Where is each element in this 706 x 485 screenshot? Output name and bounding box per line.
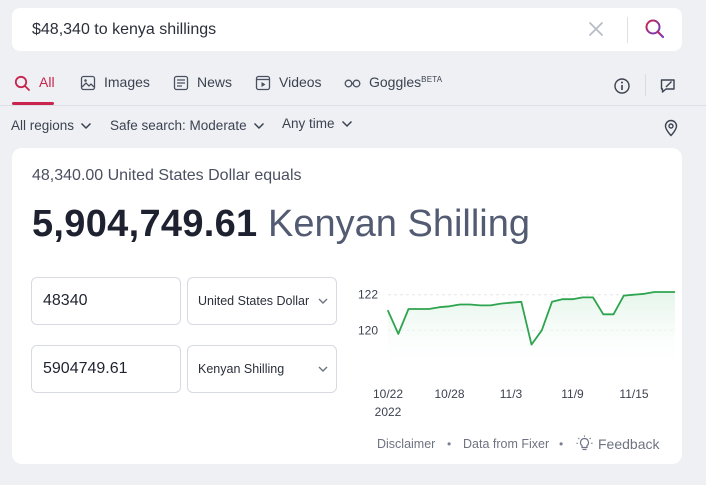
feedback-button[interactable]: Feedback: [576, 435, 659, 452]
x-tick-label: 10/28: [434, 387, 464, 401]
tab-news[interactable]: News: [173, 74, 232, 104]
chevron-down-icon: [341, 120, 352, 127]
time-filter[interactable]: Any time: [282, 116, 353, 131]
searchbar-divider: [627, 17, 628, 43]
x-tick-label: 11/15: [619, 387, 648, 401]
to-currency-select[interactable]: Kenyan Shilling: [187, 345, 337, 393]
tab-label: Images: [104, 74, 150, 90]
from-amount-input[interactable]: 48340: [31, 277, 181, 325]
news-icon: [173, 75, 189, 91]
location-pin-icon[interactable]: [663, 119, 679, 137]
time-filter-label: Any time: [282, 116, 335, 131]
x-year-label: 2022: [375, 405, 402, 419]
tab-all[interactable]: All: [14, 74, 55, 104]
video-icon: [255, 75, 271, 91]
tab-label: News: [197, 74, 233, 90]
result-value: 5,904,749.61: [32, 203, 258, 245]
region-filter[interactable]: All regions: [11, 118, 92, 133]
conversion-result: 5,904,749.61 Kenyan Shilling: [32, 200, 530, 248]
beta-badge: BETA: [421, 75, 443, 84]
to-currency-value: Kenyan Shilling: [198, 362, 285, 376]
from-currency-value: United States Dollar: [198, 294, 310, 308]
feedback-chat-icon[interactable]: [659, 77, 677, 95]
tab-label: Goggles: [369, 74, 422, 90]
tab-label: Videos: [279, 74, 322, 90]
exchange-rate-chart: 122 120 10/22 10/28 11/3 11/9 11/15 2022: [358, 288, 675, 419]
chevron-down-icon: [318, 366, 328, 372]
tab-videos[interactable]: Videos: [255, 74, 322, 104]
x-tick-label: 11/9: [561, 387, 584, 401]
tab-label: All: [39, 74, 55, 90]
footer-separator: •: [559, 437, 564, 451]
from-currency-select[interactable]: United States Dollar: [187, 277, 337, 325]
search-input[interactable]: $48,340 to kenya shillings: [32, 21, 682, 39]
chevron-down-icon: [318, 298, 328, 304]
filter-bar: All regions Safe search: Moderate Any ti…: [0, 115, 706, 139]
tab-images[interactable]: Images: [80, 74, 150, 104]
region-filter-label: All regions: [11, 118, 75, 133]
lightbulb-icon: [576, 435, 593, 451]
x-tick-label: 10/22: [373, 387, 403, 401]
active-tab-indicator: [12, 102, 54, 105]
x-tick-label: 11/3: [500, 387, 523, 401]
goggles-icon: [344, 79, 361, 88]
search-icon: [645, 19, 665, 39]
toolbar-divider: [645, 74, 646, 96]
chevron-down-icon: [253, 122, 264, 129]
footer-separator: •: [447, 437, 452, 451]
search-button[interactable]: [644, 18, 666, 40]
to-amount-input[interactable]: 5904749.61: [31, 345, 181, 393]
safe-search-filter-label: Safe search: Moderate: [110, 118, 247, 133]
data-source-link[interactable]: Data from Fixer: [463, 437, 549, 451]
result-currency: Kenyan Shilling: [268, 203, 531, 245]
clear-search-button[interactable]: [586, 20, 606, 40]
feedback-label: Feedback: [598, 435, 660, 452]
safe-search-filter[interactable]: Safe search: Moderate: [110, 118, 265, 133]
close-icon: [589, 22, 603, 36]
conversion-summary: 48,340.00 United States Dollar equals: [32, 167, 302, 184]
currency-converter-card: 48,340.00 United States Dollar equals 5,…: [12, 148, 682, 464]
disclaimer-link[interactable]: Disclaimer: [377, 437, 435, 451]
y-tick-label: 122: [358, 288, 378, 302]
y-tick-label: 120: [358, 323, 378, 337]
search-icon: [14, 75, 30, 91]
image-icon: [80, 75, 96, 91]
search-bar[interactable]: $48,340 to kenya shillings: [12, 8, 682, 51]
info-icon[interactable]: [613, 77, 631, 95]
tab-goggles[interactable]: GogglesBETA: [344, 74, 442, 104]
rate-area: [388, 292, 675, 366]
chevron-down-icon: [81, 122, 92, 129]
search-tabs: All Images News Videos GogglesBETA: [0, 66, 706, 106]
